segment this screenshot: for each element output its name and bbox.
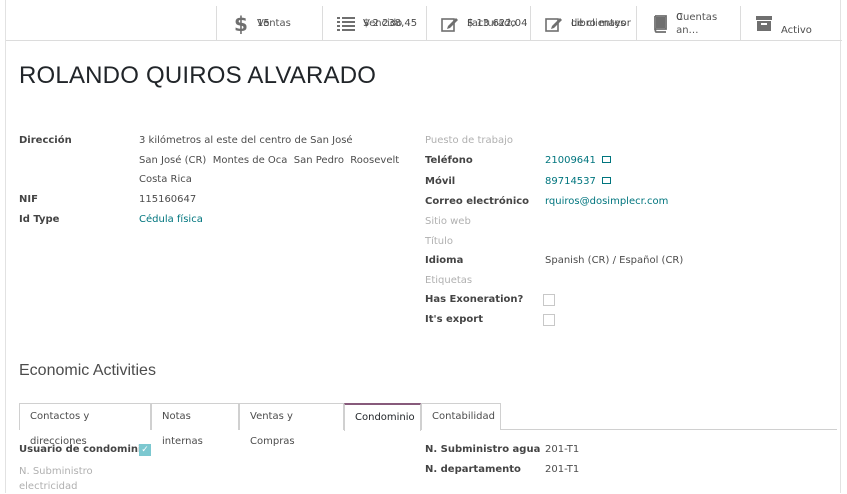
economic-activities-title: Economic Activities [19,362,156,379]
list-icon [335,13,357,35]
ledger-title: Libro mayor [571,18,631,29]
department-value[interactable]: 201-T1 [545,464,579,475]
edit-icon [439,13,461,35]
export-label: It's export [425,314,483,325]
electricity-label-line1: N. Subministro [19,466,93,477]
mobile-field[interactable]: 89714537 [545,176,611,187]
sms-icon[interactable] [601,156,611,163]
sales-count: 15 [257,18,270,29]
nif-value[interactable]: 115160647 [139,194,196,205]
job-position-label: Puesto de trabajo [425,135,513,146]
invoiced-amount: $ 13 622,04 [467,18,528,29]
book-icon [649,13,670,35]
mobile-value[interactable]: 89714537 [545,176,596,187]
nif-label: NIF [19,194,38,205]
form-sheet: $ 15 Ventas $ 2 238,45 Vencido $ 13 622,… [5,0,842,494]
ledger-button[interactable]: Libro mayor de clientes [530,6,636,41]
phone-label: Teléfono [425,155,473,166]
exoneration-checkbox[interactable] [543,294,555,306]
condo-user-label: Usuario de condominio [19,444,149,455]
accounts-label: Cuentas an… [676,11,718,36]
notebook-tabs: Contactos y direcciones Notas internas V… [19,403,837,447]
address-label: Dirección [19,135,72,146]
title-label: Título [425,236,454,247]
tab-sales-purchases[interactable]: Ventas y Compras [239,403,344,447]
tab-accounting[interactable]: Contabilidad [421,403,501,430]
partner-name[interactable]: ROLANDO QUIROS ALVARADO [19,62,376,90]
svg-text:$: $ [234,14,247,34]
phone-field[interactable]: 21009641 [545,155,611,166]
dollar-icon: $ [229,13,251,35]
language-value[interactable]: Spanish (CR) / Español (CR) [545,255,683,266]
water-supply-label: N. Subministro agua [425,444,541,455]
condo-user-checkbox[interactable]: ✓ [139,444,151,456]
sms-icon[interactable] [601,177,611,184]
electricity-label-line2: electricidad [19,481,78,492]
department-label: N. departamento [425,464,521,475]
email-label: Correo electrónico [425,196,530,207]
phone-value[interactable]: 21009641 [545,155,596,166]
language-label: Idioma [425,255,464,266]
active-toggle-button[interactable]: Activo [740,6,842,41]
tab-condominium[interactable]: Condominio [344,403,421,431]
smart-button-bar: $ 15 Ventas $ 2 238,45 Vencido $ 13 622,… [6,6,842,41]
website-label: Sitio web [425,216,471,227]
tab-contacts[interactable]: Contactos y direcciones [19,403,151,447]
due-button[interactable]: $ 2 238,45 Vencido [322,6,426,41]
export-checkbox[interactable] [543,314,555,326]
idtype-value[interactable]: Cédula física [139,214,203,225]
address-street[interactable]: 3 kilómetros al este del centro de San J… [139,135,353,146]
water-supply-value[interactable]: 201-T1 [545,444,579,455]
tab-internal-notes[interactable]: Notas internas [151,403,239,447]
sales-button[interactable]: $ 15 Ventas [216,6,322,41]
exoneration-label: Has Exoneration? [425,294,524,305]
electricity-supply-label: N. Subministro electricidad [19,464,93,494]
tags-label: Etiquetas [425,275,473,286]
archive-icon [753,13,775,35]
accounts-count: 0 [676,11,683,23]
active-status: Activo [781,24,812,36]
due-amount: $ 2 238,45 [363,18,418,29]
accounts-button[interactable]: 0 Cuentas an… [636,6,740,41]
invoiced-button[interactable]: $ 13 622,04 Facturado [426,6,530,41]
address-city-state[interactable]: San José (CR) Montes de Oca San Pedro Ro… [139,155,399,166]
address-country[interactable]: Costa Rica [139,174,192,185]
email-value[interactable]: rquiros@dosimplecr.com [545,196,668,207]
mobile-label: Móvil [425,176,456,187]
idtype-label: Id Type [19,214,60,225]
edit-icon [543,13,565,35]
